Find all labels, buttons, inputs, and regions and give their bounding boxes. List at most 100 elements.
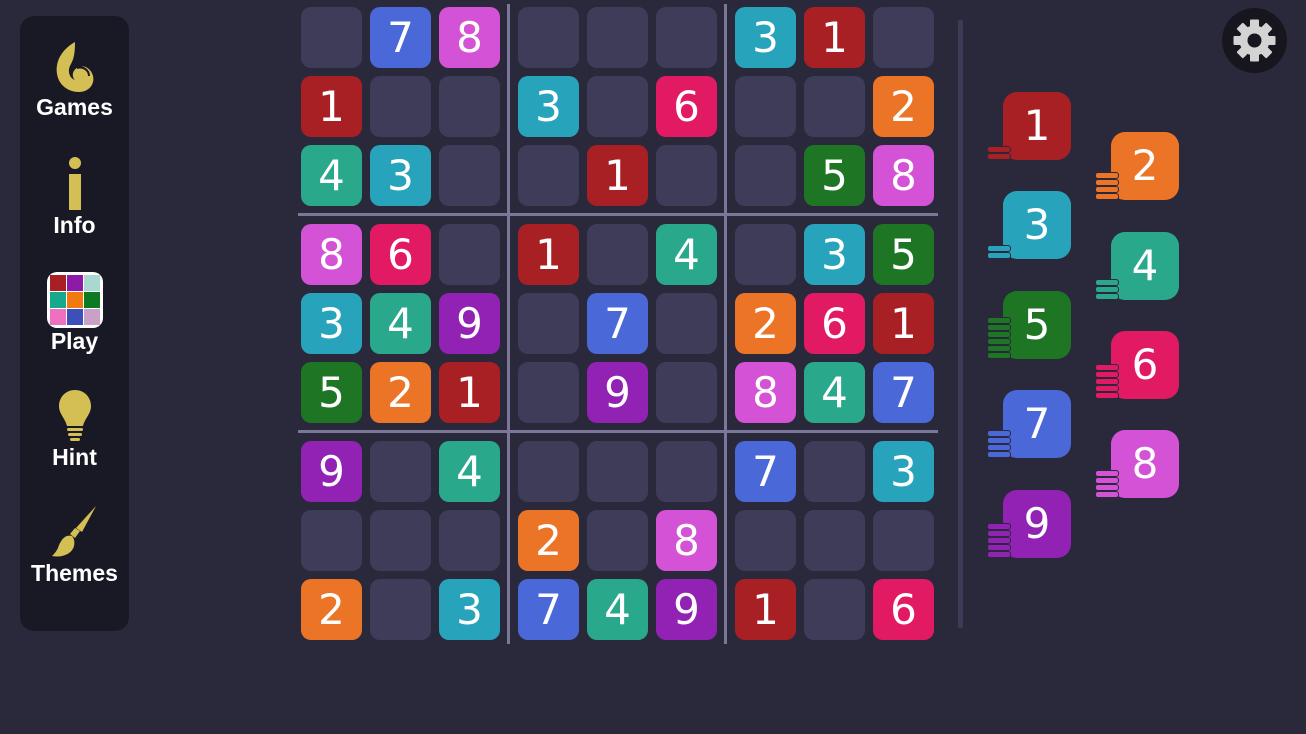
palette-number-3[interactable]: 3 [987, 191, 1087, 271]
sidebar-item-games[interactable]: Games [20, 40, 129, 120]
board-cell-empty[interactable] [370, 510, 431, 571]
board-cell-filled[interactable]: 3 [804, 224, 865, 285]
board-cell-empty[interactable] [735, 145, 796, 206]
board-cell-empty[interactable] [873, 7, 934, 68]
board-cell-empty[interactable] [656, 441, 717, 502]
board-cell-filled[interactable]: 4 [804, 362, 865, 423]
board-cell-empty[interactable] [439, 145, 500, 206]
board-cell-filled[interactable]: 3 [873, 441, 934, 502]
board-cell-empty[interactable] [518, 362, 579, 423]
board-cell-filled[interactable]: 9 [656, 579, 717, 640]
sidebar-item-label: Hint [52, 444, 97, 470]
board-cell-filled[interactable]: 3 [370, 145, 431, 206]
board-cell-filled[interactable]: 2 [518, 510, 579, 571]
board-cell-filled[interactable]: 3 [439, 579, 500, 640]
palette-number-8[interactable]: 8 [1095, 430, 1195, 510]
board-cell-filled[interactable]: 1 [873, 293, 934, 354]
board-cell-filled[interactable]: 3 [301, 293, 362, 354]
board-cell-filled[interactable]: 3 [735, 7, 796, 68]
board-cell-filled[interactable]: 7 [518, 579, 579, 640]
board-cell-filled[interactable]: 1 [735, 579, 796, 640]
board-cell-empty[interactable] [439, 224, 500, 285]
palette-number-1[interactable]: 1 [987, 92, 1087, 172]
board-cell-filled[interactable]: 6 [873, 579, 934, 640]
board-cell-empty[interactable] [804, 579, 865, 640]
palette-number-6[interactable]: 6 [1095, 331, 1195, 411]
sidebar-item-hint[interactable]: Hint [20, 388, 129, 470]
board-cell-empty[interactable] [439, 510, 500, 571]
board-cell-filled[interactable]: 2 [735, 293, 796, 354]
board-cell-filled[interactable]: 6 [656, 76, 717, 137]
board-cell-filled[interactable]: 4 [301, 145, 362, 206]
sidebar-item-themes[interactable]: Themes [20, 504, 129, 586]
board-cell-empty[interactable] [656, 362, 717, 423]
board-cell-filled[interactable]: 7 [873, 362, 934, 423]
board-cell-filled[interactable]: 2 [301, 579, 362, 640]
board-cell-filled[interactable]: 1 [804, 7, 865, 68]
board-cell-empty[interactable] [518, 441, 579, 502]
remaining-chip [1095, 286, 1119, 293]
palette-number-5[interactable]: 5 [987, 291, 1087, 371]
board-cell-empty[interactable] [518, 293, 579, 354]
board-cell-empty[interactable] [587, 7, 648, 68]
palette-number-9[interactable]: 9 [987, 490, 1087, 570]
board-cell-filled[interactable]: 4 [370, 293, 431, 354]
board-cell-empty[interactable] [873, 510, 934, 571]
board-cell-filled[interactable]: 7 [735, 441, 796, 502]
board-cell-filled[interactable]: 2 [873, 76, 934, 137]
board-cell-filled[interactable]: 5 [804, 145, 865, 206]
board-cell-empty[interactable] [301, 7, 362, 68]
board-cell-filled[interactable]: 5 [301, 362, 362, 423]
board-cell-filled[interactable]: 3 [518, 76, 579, 137]
board-cell-empty[interactable] [735, 76, 796, 137]
board-cell-filled[interactable]: 6 [370, 224, 431, 285]
board-cell-empty[interactable] [370, 579, 431, 640]
board-cell-filled[interactable]: 8 [439, 7, 500, 68]
board-cell-filled[interactable]: 7 [587, 293, 648, 354]
board-cell-empty[interactable] [301, 510, 362, 571]
board-cell-filled[interactable]: 2 [370, 362, 431, 423]
board-cell-empty[interactable] [656, 145, 717, 206]
board-cell-empty[interactable] [587, 510, 648, 571]
board-cell-empty[interactable] [656, 293, 717, 354]
board-cell-empty[interactable] [735, 224, 796, 285]
board-cell-empty[interactable] [370, 441, 431, 502]
board-cell-empty[interactable] [804, 441, 865, 502]
board-cell-filled[interactable]: 7 [370, 7, 431, 68]
board-cell-empty[interactable] [587, 76, 648, 137]
remaining-chip [987, 317, 1011, 324]
board-cell-filled[interactable]: 6 [804, 293, 865, 354]
board-cell-filled[interactable]: 9 [587, 362, 648, 423]
board-cell-empty[interactable] [587, 224, 648, 285]
board-cell-empty[interactable] [804, 76, 865, 137]
board-cell-filled[interactable]: 9 [439, 293, 500, 354]
board-cell-filled[interactable]: 1 [518, 224, 579, 285]
board-cell-empty[interactable] [587, 441, 648, 502]
board-cell-empty[interactable] [439, 76, 500, 137]
board-cell-empty[interactable] [518, 7, 579, 68]
board-cell-filled[interactable]: 1 [301, 76, 362, 137]
palette-number-7[interactable]: 7 [987, 390, 1087, 470]
board-cell-filled[interactable]: 9 [301, 441, 362, 502]
sidebar-item-play[interactable]: Play [20, 272, 129, 354]
board-cell-filled[interactable]: 5 [873, 224, 934, 285]
board-cell-filled[interactable]: 4 [656, 224, 717, 285]
board-cell-filled[interactable]: 8 [735, 362, 796, 423]
board-cell-filled[interactable]: 1 [587, 145, 648, 206]
palette-number-4[interactable]: 4 [1095, 232, 1195, 312]
board-cell-filled[interactable]: 8 [301, 224, 362, 285]
board-cell-filled[interactable]: 4 [439, 441, 500, 502]
board-cell-filled[interactable]: 1 [439, 362, 500, 423]
board-cell-filled[interactable]: 4 [587, 579, 648, 640]
board-cell-empty[interactable] [370, 76, 431, 137]
board-cell-filled[interactable]: 8 [873, 145, 934, 206]
palette-number-2[interactable]: 2 [1095, 132, 1195, 212]
sidebar: Games Info Play Hint Themes [20, 16, 129, 631]
board-cell-filled[interactable]: 8 [656, 510, 717, 571]
sidebar-item-info[interactable]: Info [20, 156, 129, 238]
board-cell-empty[interactable] [656, 7, 717, 68]
settings-button[interactable] [1222, 8, 1287, 73]
board-cell-empty[interactable] [804, 510, 865, 571]
board-cell-empty[interactable] [518, 145, 579, 206]
board-cell-empty[interactable] [735, 510, 796, 571]
